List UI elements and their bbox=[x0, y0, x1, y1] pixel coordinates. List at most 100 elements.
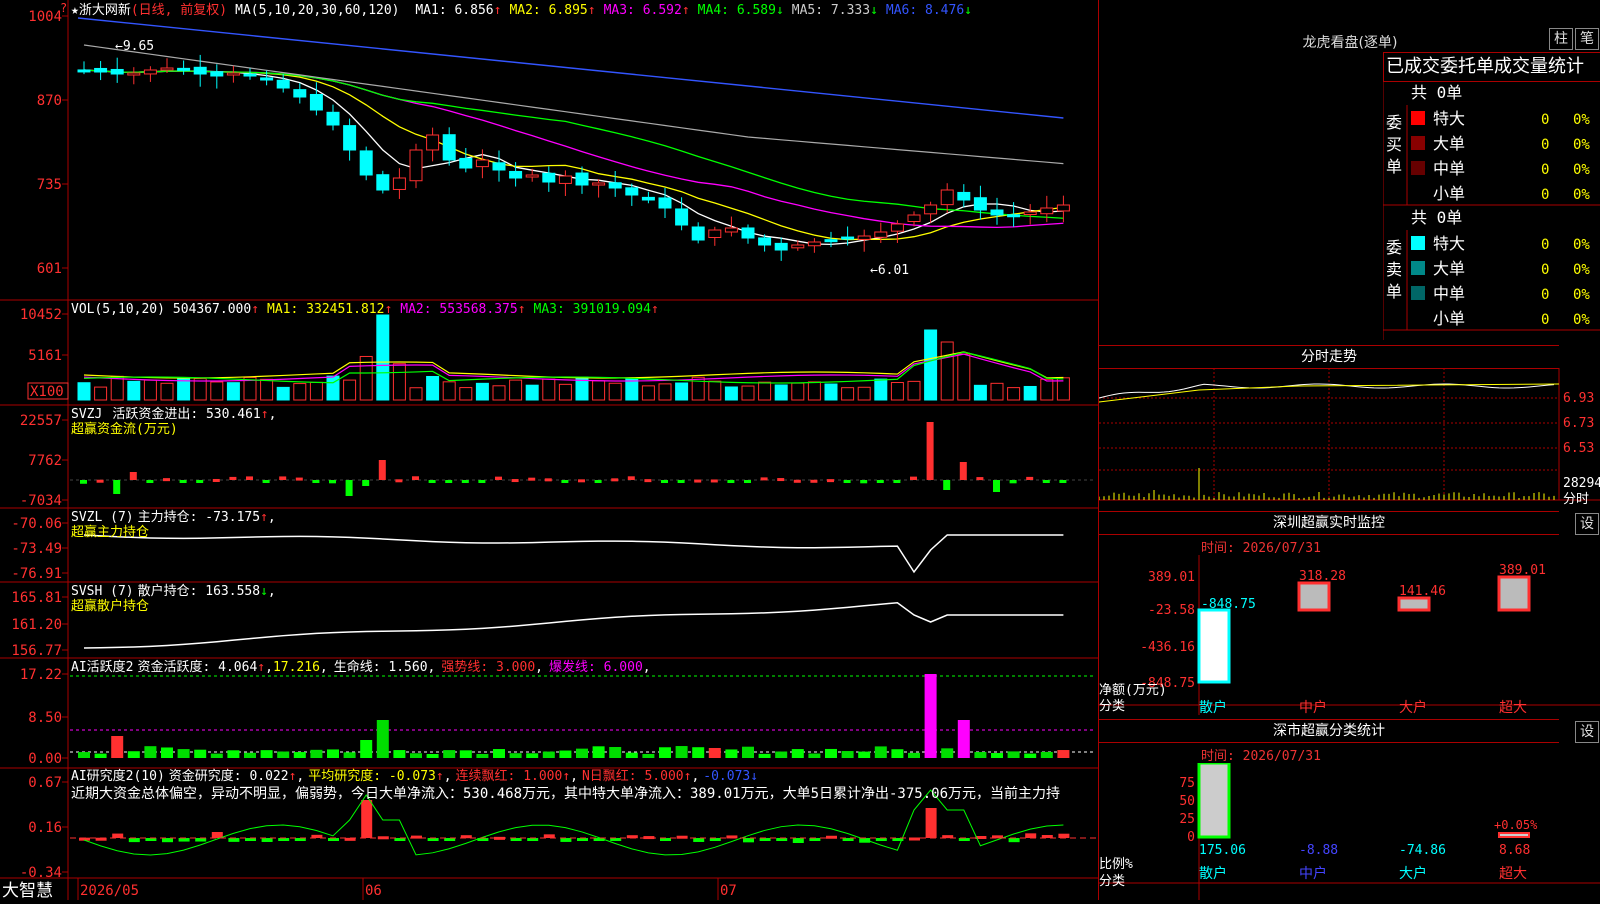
legend-value: 8.476 bbox=[925, 3, 964, 18]
monitor-title: 深圳超赢实时监控 bbox=[1099, 511, 1559, 535]
candle-body bbox=[226, 72, 240, 76]
volume-bar bbox=[475, 382, 489, 401]
activity-bar bbox=[327, 749, 339, 758]
flow-bar bbox=[860, 480, 868, 484]
candle-body bbox=[658, 197, 672, 209]
stats-bar bbox=[1197, 763, 1231, 839]
candle-body bbox=[77, 69, 91, 73]
activity-bar bbox=[509, 753, 522, 758]
longhu-header: 已成交委托单成交量统计 bbox=[1383, 52, 1600, 82]
activity-bar bbox=[775, 751, 788, 758]
ai2-y-label: 0.16 bbox=[28, 820, 62, 836]
intraday-y-label: 6.93 bbox=[1563, 391, 1594, 406]
candle-body bbox=[525, 174, 539, 178]
svzl-y-label: -76.91 bbox=[11, 566, 62, 582]
longhu-row-name: 小单 bbox=[1433, 309, 1465, 328]
ai2-y-label: -0.34 bbox=[20, 865, 62, 881]
flow-bar bbox=[295, 477, 303, 481]
activity-bar bbox=[791, 749, 804, 758]
activity-bar bbox=[891, 749, 904, 758]
sell-side-label: 单 bbox=[1386, 282, 1402, 301]
activity-bar bbox=[376, 720, 389, 758]
monitor-xlabel: 分类 bbox=[1099, 699, 1125, 714]
candle-body bbox=[857, 235, 871, 240]
flow-bar bbox=[578, 479, 585, 483]
activity-bar bbox=[227, 750, 240, 758]
activity-bar bbox=[1057, 750, 1070, 758]
longhu-row-name: 中单 bbox=[1433, 284, 1465, 303]
monitor-settings-button[interactable]: 设 bbox=[1575, 513, 1599, 535]
monitor-bar-label: 141.46 bbox=[1399, 584, 1446, 599]
monitor-ylabel: 净额(万元) bbox=[1099, 683, 1167, 698]
legend-arrow: ↑ bbox=[588, 3, 596, 18]
kline-chart-svg[interactable]: 1004 870 735 601 10452 5161 22557 7762 -… bbox=[0, 0, 1098, 901]
date-label: 06 bbox=[365, 883, 382, 899]
activity-bar bbox=[111, 736, 124, 758]
legend-label: MA3: bbox=[604, 3, 643, 18]
stats-category: 超大 bbox=[1499, 866, 1527, 882]
date-label: 2026/05 bbox=[80, 883, 139, 899]
activity-bar bbox=[277, 751, 290, 758]
stats-time: 时间: 2026/07/31 bbox=[1201, 749, 1321, 764]
volume-bar bbox=[658, 383, 672, 401]
research-bar bbox=[693, 838, 705, 842]
svzj-y-label: -7034 bbox=[20, 493, 62, 509]
svzl-legend: SVZL (7) 主力持仓: -73.175↑, bbox=[71, 510, 276, 525]
flow-bar bbox=[993, 480, 1000, 492]
longhu-row-count: 0 bbox=[1541, 312, 1549, 328]
candle-body bbox=[874, 231, 888, 238]
activity-bar bbox=[991, 753, 1003, 758]
vol-unit: X100 bbox=[30, 384, 64, 400]
activity-bar bbox=[459, 750, 472, 758]
ma-definition: MA(5,10,20,30,60,120) bbox=[235, 3, 399, 18]
longhu-row-name: 小单 bbox=[1433, 184, 1465, 203]
candle-body bbox=[708, 229, 722, 238]
kline-chart-area[interactable]: 1004 870 735 601 10452 5161 22557 7762 -… bbox=[0, 0, 1098, 901]
candle-body bbox=[907, 214, 921, 222]
legend-value: 6.856 bbox=[454, 3, 493, 18]
activity-bar bbox=[908, 752, 920, 758]
activity-bar bbox=[260, 750, 273, 758]
candle-body bbox=[293, 89, 307, 98]
stats-y-label: 25 bbox=[1179, 812, 1195, 827]
volume-bar bbox=[758, 381, 772, 401]
intraday-chart[interactable]: 6.93 6.73 6.53 28294 分时 bbox=[1099, 368, 1600, 510]
activity-bar bbox=[758, 753, 771, 758]
right-panel: 龙虎看盘(逐单) 柱 笔 已成交委托单成交量统计 共 0单 共 0单 委买单委卖… bbox=[1098, 0, 1600, 900]
candle-body bbox=[1040, 207, 1054, 215]
sell-total: 共 0单 bbox=[1411, 208, 1462, 227]
stats-annotation: +0.05% bbox=[1494, 818, 1538, 832]
longhu-row-pct: 0% bbox=[1573, 237, 1590, 253]
activity-bar bbox=[542, 751, 555, 758]
flow-bar bbox=[644, 479, 652, 483]
flow-bar bbox=[163, 478, 170, 482]
volume-bar bbox=[442, 381, 456, 401]
ma-line bbox=[83, 69, 1064, 241]
flow-bar bbox=[1009, 480, 1017, 484]
bar-mode-button[interactable]: 柱 bbox=[1549, 28, 1573, 50]
volume-bar bbox=[77, 382, 91, 401]
candle-body bbox=[924, 204, 938, 215]
position-line bbox=[83, 534, 1064, 574]
activity-bar bbox=[841, 751, 854, 758]
volume-bar bbox=[641, 385, 655, 401]
activity-bar bbox=[177, 749, 190, 758]
volume-bar bbox=[409, 387, 423, 401]
monitor-category: 超大 bbox=[1499, 700, 1527, 715]
tick-mode-button[interactable]: 笔 bbox=[1575, 28, 1599, 50]
flow-bar bbox=[793, 479, 801, 483]
candle-body bbox=[824, 239, 838, 243]
legend-arrow: ↓ bbox=[776, 3, 784, 18]
position-line bbox=[83, 601, 1064, 649]
adjust-mode: (日线, 前复权) bbox=[131, 2, 227, 18]
longhu-row-count: 0 bbox=[1541, 262, 1549, 278]
activity-bar bbox=[426, 753, 439, 758]
flow-bar bbox=[96, 479, 104, 483]
volume-bar bbox=[160, 382, 174, 401]
candle-body bbox=[426, 134, 440, 151]
candle-body bbox=[177, 67, 191, 71]
legend-value: 6.589 bbox=[737, 3, 776, 18]
flow-bar bbox=[129, 472, 137, 480]
volume-bar bbox=[990, 382, 1004, 401]
stats-settings-button[interactable]: 设 bbox=[1575, 721, 1599, 743]
